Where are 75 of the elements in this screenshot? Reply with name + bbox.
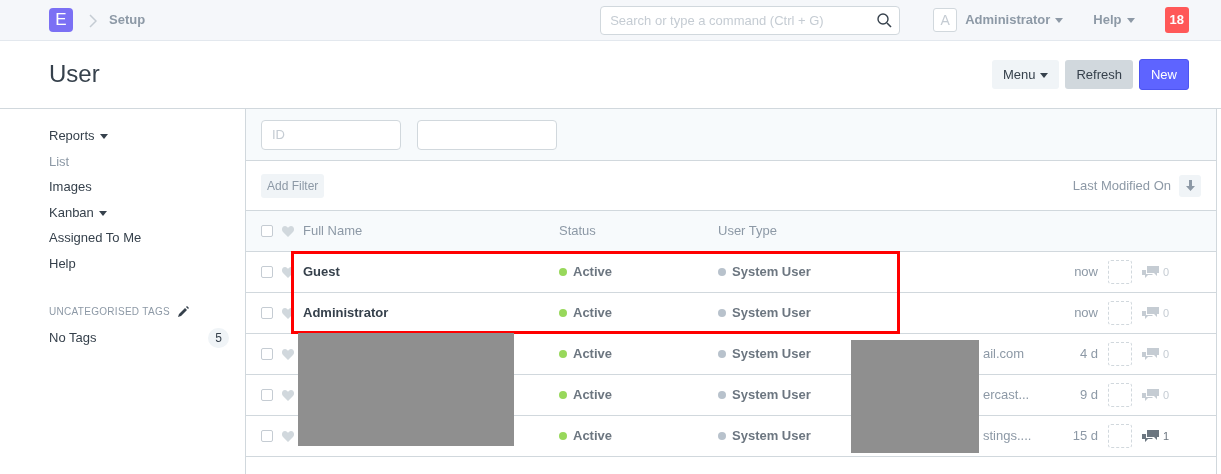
user-type-text: System User bbox=[732, 264, 811, 280]
pencil-icon[interactable] bbox=[178, 306, 189, 317]
row-checkbox[interactable] bbox=[261, 348, 273, 360]
chevron-icon bbox=[89, 13, 97, 28]
logo[interactable]: E bbox=[49, 8, 73, 32]
modified-time: now bbox=[1074, 264, 1098, 280]
heart-icon[interactable] bbox=[282, 267, 294, 279]
new-button[interactable]: New bbox=[1139, 58, 1189, 91]
email-text: stings.... bbox=[983, 428, 1032, 444]
user-type-text: System User bbox=[732, 387, 811, 403]
user-type-text: System User bbox=[732, 346, 811, 362]
status-text: Active bbox=[573, 264, 613, 280]
tag-item[interactable]: No Tags bbox=[49, 325, 97, 351]
sidebar-item[interactable]: Images bbox=[49, 174, 92, 200]
search-field[interactable]: Search or type a command (Ctrl + G) bbox=[600, 5, 901, 35]
row-checkbox[interactable] bbox=[261, 266, 273, 278]
type-dot bbox=[718, 309, 726, 318]
caret-icon bbox=[1040, 72, 1049, 78]
name-link[interactable]: Administrator bbox=[303, 305, 389, 321]
sidebar-item[interactable]: Assigned To Me bbox=[49, 225, 142, 251]
status-text: Active bbox=[573, 305, 613, 321]
sidebar-item[interactable]: Help bbox=[49, 250, 76, 276]
row-checkbox[interactable] bbox=[261, 430, 273, 442]
modified-time: now bbox=[1074, 305, 1098, 321]
status-text: Active bbox=[573, 346, 613, 362]
sort-order-button[interactable] bbox=[1179, 174, 1201, 197]
assign-placeholder[interactable] bbox=[1108, 383, 1132, 407]
menu-button[interactable]: Menu bbox=[991, 59, 1060, 90]
column-header: Status bbox=[559, 222, 597, 241]
modified-time: 9 d bbox=[1079, 387, 1098, 403]
avatar: A bbox=[933, 8, 958, 32]
type-dot bbox=[718, 391, 726, 400]
name-link[interactable]: Guest bbox=[303, 264, 340, 280]
caret-icon bbox=[98, 210, 107, 216]
sidebar-item[interactable]: Kanban bbox=[49, 199, 107, 225]
email-text: ail.com bbox=[983, 346, 1025, 362]
assign-placeholder[interactable] bbox=[1108, 260, 1132, 284]
type-dot bbox=[718, 432, 726, 441]
tags-heading: UNCATEGORISED TAGS bbox=[49, 305, 170, 319]
assign-placeholder[interactable] bbox=[1108, 301, 1132, 325]
caret-icon bbox=[99, 134, 108, 140]
search-icon bbox=[877, 12, 893, 28]
page-title: User bbox=[49, 60, 100, 89]
row-checkbox[interactable] bbox=[261, 389, 273, 401]
comments-icon[interactable] bbox=[1142, 429, 1159, 443]
select-all-checkbox[interactable] bbox=[261, 225, 273, 237]
sidebar-item[interactable]: Reports bbox=[49, 123, 108, 149]
column-header: Full Name bbox=[303, 222, 364, 241]
column-header: User Type bbox=[718, 222, 778, 241]
tag-count: 5 bbox=[208, 327, 229, 348]
status-dot bbox=[559, 268, 567, 277]
status-dot bbox=[559, 432, 567, 441]
arrow-down-icon bbox=[1185, 180, 1195, 191]
status-text: Active bbox=[573, 428, 613, 444]
refresh-button[interactable]: Refresh bbox=[1065, 59, 1133, 90]
heart-icon[interactable] bbox=[282, 308, 294, 320]
type-dot bbox=[718, 268, 726, 277]
user-type-text: System User bbox=[732, 428, 811, 444]
status-text: Active bbox=[573, 387, 613, 403]
caret-icon bbox=[1126, 18, 1135, 24]
user-type-text: System User bbox=[732, 305, 811, 321]
comment-count: 1 bbox=[1163, 428, 1170, 444]
status-dot bbox=[559, 391, 567, 400]
row-checkbox[interactable] bbox=[261, 307, 273, 319]
filter-field[interactable] bbox=[417, 119, 557, 150]
status-dot bbox=[559, 350, 567, 359]
status-dot bbox=[559, 309, 567, 318]
type-dot bbox=[718, 350, 726, 359]
caret-icon bbox=[1055, 18, 1064, 24]
assign-placeholder[interactable] bbox=[1108, 342, 1132, 366]
modified-time: 15 d bbox=[1072, 428, 1098, 444]
modified-time: 4 d bbox=[1079, 346, 1098, 362]
assign-placeholder[interactable] bbox=[1108, 424, 1132, 448]
email-text: ercast... bbox=[983, 387, 1030, 403]
filter-field[interactable]: ID bbox=[261, 119, 401, 150]
